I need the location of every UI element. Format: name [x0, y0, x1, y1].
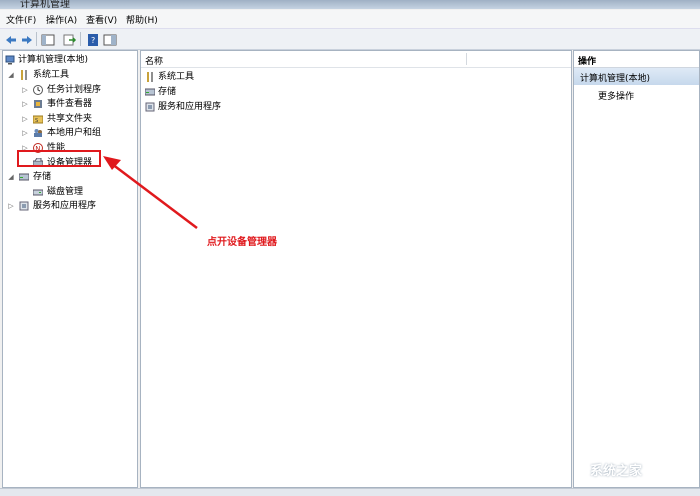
- storage-icon: [19, 173, 29, 181]
- back-button[interactable]: [3, 32, 19, 48]
- tree-item-event-viewer[interactable]: ▷ 事件查看器: [3, 97, 135, 111]
- actions-section-computer-management[interactable]: 计算机管理(本地): [574, 68, 699, 85]
- tree-item-label: 系统工具: [33, 70, 70, 80]
- svg-text:?: ?: [91, 36, 95, 45]
- tree-item-disk-management[interactable]: 磁盘管理: [3, 185, 135, 199]
- column-name-header[interactable]: 名称: [145, 54, 163, 67]
- tree-item-label: 服务和应用程序: [33, 201, 97, 212]
- actions-header: 操作: [574, 51, 699, 68]
- storage-icon: [145, 88, 155, 96]
- tree-item-label: 存储: [33, 172, 52, 183]
- action-pane-icon: [103, 34, 117, 46]
- forward-arrow-icon: [22, 36, 32, 44]
- menu-view[interactable]: 查看(V): [86, 13, 117, 26]
- console-tree-icon: [41, 34, 55, 46]
- expand-arrow-icon[interactable]: ▷: [21, 112, 29, 126]
- computer-management-icon: [5, 55, 15, 65]
- menu-help[interactable]: 帮助(H): [126, 13, 158, 26]
- tree-item-label: 事件查看器: [47, 99, 93, 110]
- list-item-label: 存储: [158, 87, 177, 97]
- tree-root[interactable]: 计算机管理(本地): [3, 53, 135, 67]
- expand-arrow-icon[interactable]: ◢: [7, 170, 15, 184]
- highlight-box: [17, 150, 101, 167]
- clock-icon: [33, 84, 43, 95]
- users-group-icon: [34, 129, 42, 138]
- menu-bar: 文件(F) 操作(A) 查看(V) 帮助(H): [0, 10, 700, 29]
- list-item-label: 系统工具: [158, 72, 195, 82]
- actions-header-label: 操作: [578, 57, 597, 67]
- watermark-text: 系统之家: [590, 464, 643, 479]
- event-viewer-icon: [34, 100, 42, 109]
- tree-item-local-users-groups[interactable]: ▷ 本地用户和组: [3, 126, 135, 140]
- results-pane: 名称 系统工具 存储 服务和应用程序: [140, 50, 572, 488]
- up-level-button[interactable]: [40, 32, 56, 48]
- show-hide-action-pane-button[interactable]: [102, 32, 118, 48]
- expand-arrow-icon[interactable]: ▷: [21, 83, 29, 97]
- tree-item-system-tools[interactable]: ◢ 系统工具: [3, 68, 135, 82]
- tree-root-label: 计算机管理(本地): [18, 55, 89, 65]
- menu-action[interactable]: 操作(A): [46, 13, 77, 26]
- expand-arrow-icon[interactable]: ◢: [7, 68, 15, 82]
- export-list-icon: [63, 34, 77, 46]
- system-tools-icon: [147, 72, 153, 82]
- svg-text:S: S: [35, 118, 38, 124]
- services-apps-icon: [19, 201, 29, 211]
- export-button[interactable]: [62, 32, 78, 48]
- tree-item-label: 本地用户和组: [47, 128, 102, 139]
- tree-item-storage[interactable]: ◢ 存储: [3, 170, 135, 184]
- more-actions-link[interactable]: 更多操作: [598, 89, 634, 102]
- window-title: 计算机管理: [20, 0, 70, 9]
- annotation-text: 点开设备管理器: [207, 237, 277, 248]
- tree-item-label: 磁盘管理: [47, 186, 84, 197]
- toolbar: ?: [0, 29, 700, 50]
- help-button[interactable]: ?: [85, 32, 101, 48]
- tree-item-shared-folders[interactable]: ▷ S 共享文件夹: [3, 112, 135, 126]
- shared-folder-icon: S: [33, 115, 43, 124]
- list-item-label: 服务和应用程序: [158, 102, 222, 112]
- expand-arrow-icon[interactable]: ▷: [7, 199, 15, 213]
- disk-icon: [33, 189, 43, 196]
- expand-arrow-icon[interactable]: ▷: [21, 126, 29, 140]
- title-bar: 计算机管理: [0, 0, 700, 9]
- actions-section-label: 计算机管理(本地): [580, 74, 651, 84]
- services-apps-icon: [145, 102, 155, 112]
- tree-item-services-apps[interactable]: ▷ 服务和应用程序: [3, 199, 135, 213]
- console-tree: 计算机管理(本地) ◢ 系统工具 ▷ 任务计划程序 ▷ 事件查看器 ▷ S 共享文件夹 ▷ 本地用户…: [2, 50, 138, 488]
- tree-item-task-scheduler[interactable]: ▷ 任务计划程序: [3, 83, 135, 97]
- help-book-icon: ?: [88, 34, 98, 46]
- menu-file[interactable]: 文件(F): [6, 13, 36, 26]
- system-tools-icon: [21, 70, 27, 80]
- column-header: 名称: [141, 51, 571, 68]
- forward-button[interactable]: [19, 32, 35, 48]
- expand-arrow-icon[interactable]: ▷: [21, 97, 29, 111]
- tree-item-label: 共享文件夹: [47, 113, 93, 124]
- actions-pane: 操作 计算机管理(本地) 更多操作: [573, 50, 700, 488]
- tree-item-label: 任务计划程序: [47, 84, 102, 95]
- back-arrow-icon: [6, 36, 16, 44]
